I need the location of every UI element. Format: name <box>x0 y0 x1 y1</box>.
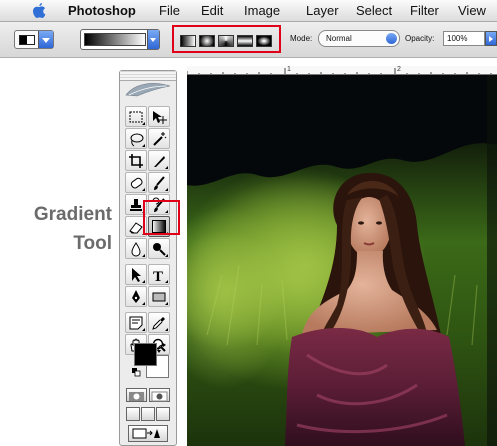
callout-line-2: Tool <box>73 233 112 254</box>
marquee-icon <box>129 111 143 122</box>
angle-gradient-icon[interactable] <box>218 35 234 47</box>
gradient-dropdown-arrow-icon <box>147 30 159 49</box>
gradient-type-buttons <box>172 25 281 53</box>
full-screen-menu-mode-button[interactable] <box>141 407 155 421</box>
document-canvas-photo[interactable] <box>187 75 497 446</box>
menu-layer[interactable]: Layer <box>306 3 339 19</box>
gradient-tool-callout: Gradient Tool <box>4 200 112 258</box>
path-selection-tool[interactable] <box>125 264 147 285</box>
menu-view[interactable]: View <box>458 3 486 19</box>
preset-dropdown-arrow-icon <box>38 31 53 48</box>
slice-tool[interactable] <box>148 150 170 171</box>
opacity-label: Opacity: <box>405 34 435 43</box>
quick-mask-mode-button[interactable] <box>149 388 170 402</box>
horizontal-ruler[interactable]: 1 2 <box>187 66 497 75</box>
tools-palette-title-bar[interactable] <box>120 71 176 81</box>
brush-tool[interactable] <box>148 172 170 193</box>
gradient-tool-highlight-box <box>143 200 180 235</box>
reflected-gradient-icon[interactable] <box>237 35 253 47</box>
move-icon <box>153 110 167 124</box>
opacity-slider-arrow-icon[interactable] <box>485 31 497 46</box>
pen-tool[interactable] <box>125 286 147 307</box>
standard-screen-mode-button[interactable] <box>126 407 140 421</box>
full-screen-mode-button[interactable] <box>156 407 170 421</box>
menu-bar: Photoshop File Edit Image Layer Select F… <box>0 0 497 22</box>
options-bar: Mode: Normal Opacity: 100% <box>0 22 497 58</box>
radial-gradient-icon[interactable] <box>199 35 215 47</box>
healing-brush-tool[interactable] <box>125 172 147 193</box>
adobe-feather-icon[interactable] <box>123 81 173 99</box>
magic-wand-tool[interactable] <box>148 128 170 149</box>
lasso-tool[interactable] <box>125 128 147 149</box>
portrait-photo-image <box>187 75 497 446</box>
standard-mode-icon <box>129 392 144 401</box>
ruler-mark-1: 1 <box>287 66 291 73</box>
marquee-tool[interactable] <box>125 106 147 127</box>
type-tool[interactable]: T <box>148 264 170 285</box>
magic-wand-icon <box>153 131 167 146</box>
menu-image[interactable]: Image <box>244 3 280 19</box>
eyedropper-tool[interactable] <box>148 312 170 333</box>
apple-logo-icon[interactable] <box>31 2 47 19</box>
move-tool[interactable] <box>148 106 170 127</box>
dodge-tool[interactable] <box>148 238 170 259</box>
menu-photoshop[interactable]: Photoshop <box>68 3 136 19</box>
crop-tool[interactable] <box>125 150 147 171</box>
menu-file[interactable]: File <box>159 3 180 19</box>
mode-label: Mode: <box>290 34 313 43</box>
tool-preset-icon <box>19 35 35 45</box>
menu-filter[interactable]: Filter <box>410 3 439 19</box>
default-colors-icon[interactable] <box>132 368 141 377</box>
gradient-picker[interactable] <box>80 29 160 50</box>
svg-text:T: T <box>153 269 163 283</box>
menu-edit[interactable]: Edit <box>201 3 223 19</box>
opacity-value: 100% <box>447 34 468 43</box>
blur-tool[interactable] <box>125 238 147 259</box>
crop-icon <box>129 153 143 168</box>
standard-mode-button[interactable] <box>126 388 147 402</box>
shape-tool[interactable] <box>148 286 170 307</box>
mode-select[interactable]: Normal <box>318 30 400 47</box>
linear-gradient-icon[interactable] <box>180 35 196 47</box>
ruler-ticks <box>187 68 492 74</box>
gradient-preview <box>84 33 146 46</box>
quick-mask-icon <box>151 391 168 402</box>
jump-to-imageready-button[interactable] <box>128 425 168 442</box>
ruler-mark-2: 2 <box>397 66 401 73</box>
tool-preset-picker[interactable] <box>14 30 54 49</box>
mode-value: Normal <box>326 34 352 43</box>
mode-select-arrows-icon <box>386 33 397 44</box>
callout-line-1: Gradient <box>33 204 112 225</box>
menu-select[interactable]: Select <box>356 3 392 19</box>
opacity-field[interactable]: 100% <box>443 31 485 46</box>
imageready-icon <box>132 428 160 439</box>
swap-colors-icon[interactable] <box>157 343 167 353</box>
foreground-color-swatch[interactable] <box>134 343 157 366</box>
diamond-gradient-icon[interactable] <box>256 35 272 47</box>
notes-tool[interactable] <box>125 312 147 333</box>
tools-palette: T <box>119 70 177 446</box>
